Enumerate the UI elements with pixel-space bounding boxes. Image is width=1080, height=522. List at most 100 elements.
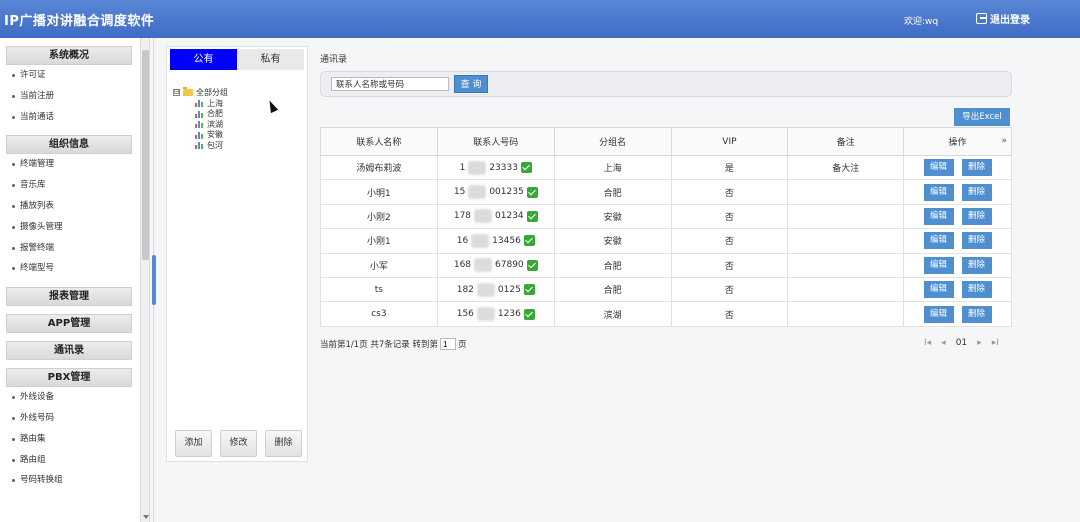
edit-row-button[interactable]: 编辑: [923, 207, 954, 225]
cell-note: [787, 203, 905, 230]
logout-button[interactable]: 退出登录: [976, 11, 1030, 26]
tree-node[interactable]: 包河: [173, 140, 228, 151]
table-row[interactable]: 汤姆布莉波 1 23333 上海 是 备大注 编辑 删除: [320, 154, 1012, 181]
cell-group: 安徽: [553, 203, 672, 230]
goto-page-input[interactable]: [440, 338, 456, 350]
tree-node-label: 滨湖: [207, 119, 223, 129]
delete-row-button[interactable]: 删除: [961, 207, 992, 225]
tree-node[interactable]: 滨湖: [173, 119, 228, 130]
sidebar-item[interactable]: 音乐库: [6, 175, 143, 196]
app-title: IP广播对讲融合调度软件: [4, 14, 155, 29]
current-page: 01: [955, 338, 968, 348]
edit-row-button[interactable]: 编辑: [923, 232, 954, 250]
edit-row-button[interactable]: 编辑: [923, 159, 954, 177]
sidebar-item[interactable]: 号码转换组: [6, 470, 143, 491]
sidebar-item[interactable]: 摄像头管理: [6, 217, 143, 238]
sidebar-item[interactable]: 当前通话: [6, 107, 143, 128]
redacted-mask: [468, 160, 487, 175]
sidebar-item[interactable]: 路由集: [6, 429, 143, 450]
verified-check-icon: [526, 210, 538, 222]
delete-group-button[interactable]: 删除: [265, 430, 302, 457]
collapse-handle[interactable]: [152, 255, 156, 305]
delete-row-button[interactable]: 删除: [961, 183, 992, 201]
cell-name: 汤姆布莉波: [320, 154, 438, 181]
sidebar-section: 报表管理: [6, 287, 143, 307]
delete-row-button[interactable]: 删除: [961, 305, 992, 323]
cell-phone: 168 67890: [436, 252, 555, 278]
export-excel-button[interactable]: 导出Excel: [954, 108, 1010, 126]
sidebar-item[interactable]: 外线号码: [6, 408, 143, 429]
table-row[interactable]: 小明1 15 001235 合肥 否 编辑 删除: [320, 179, 1012, 205]
tab-public[interactable]: 公有: [170, 49, 237, 70]
phone-value: 1 23333: [460, 160, 532, 175]
redacted-mask: [476, 282, 495, 297]
edit-row-button[interactable]: 编辑: [923, 256, 954, 274]
sidebar-section-header[interactable]: APP管理: [6, 314, 132, 334]
phone-suffix: 0125: [497, 284, 521, 295]
redacted-mask: [468, 185, 487, 200]
sidebar-item[interactable]: 播放列表: [6, 196, 143, 217]
sidebar-item[interactable]: 路由组: [6, 450, 143, 471]
cell-name: ts: [320, 276, 438, 303]
sidebar-item[interactable]: 外线设备: [6, 387, 143, 408]
edit-row-button[interactable]: 编辑: [923, 183, 954, 201]
delete-row-button[interactable]: 删除: [961, 159, 992, 177]
search-button[interactable]: 查 询: [454, 75, 488, 93]
phone-suffix: 01234: [495, 211, 524, 222]
next-page-icon[interactable]: ▸: [977, 338, 982, 348]
edit-group-button[interactable]: 修改: [220, 430, 257, 457]
tab-private[interactable]: 私有: [237, 49, 304, 70]
collapse-toggle-icon[interactable]: ⊟: [173, 89, 180, 96]
edit-row-button[interactable]: 编辑: [923, 281, 954, 299]
phone-value: 15 001235: [454, 185, 538, 200]
redacted-mask: [474, 258, 493, 273]
cell-actions: 编辑 删除: [903, 203, 1012, 230]
sidebar-section: PBX管理 外线设备 外线号码 路由集 路由组 号码转换组: [6, 368, 143, 491]
delete-row-button[interactable]: 删除: [961, 232, 992, 250]
sidebar-item[interactable]: 当前注册: [6, 86, 143, 107]
sidebar-section-header[interactable]: 系统概况: [6, 46, 132, 65]
sidebar-scrollbar[interactable]: [140, 38, 149, 522]
table-row[interactable]: 小刚1 16 13456 安徽 否 编辑 删除: [320, 228, 1012, 254]
sidebar-item[interactable]: 终端型号: [6, 258, 143, 279]
sidebar-item[interactable]: 许可证: [6, 65, 143, 86]
prev-page-icon[interactable]: ◂: [941, 338, 946, 348]
sidebar-section-header[interactable]: 报表管理: [6, 287, 132, 307]
table-row[interactable]: cs3 156 1236 滨湖 否 编辑 删除: [320, 301, 1012, 327]
cell-phone: 178 01234: [436, 203, 555, 230]
search-input[interactable]: [331, 77, 449, 91]
scroll-down-icon[interactable]: [143, 515, 149, 519]
table-header-row: 联系人名称 联系人号码 分组名 VIP 备注 操作 »: [320, 127, 1012, 156]
first-page-icon[interactable]: I◂: [924, 338, 931, 348]
cell-phone: 156 1236: [436, 301, 555, 327]
sidebar: 系统概况 许可证 当前注册 当前通话组织信息 终端管理 音乐库 播放列表 摄像头管理 报警终端终…: [0, 38, 150, 522]
sidebar-item[interactable]: 终端管理: [6, 154, 143, 175]
sidebar-section-header[interactable]: PBX管理: [6, 368, 132, 388]
add-group-button[interactable]: 添加: [175, 430, 212, 457]
sidebar-item[interactable]: 报警终端: [6, 238, 143, 259]
phone-suffix: 23333: [489, 162, 518, 173]
verified-check-icon: [526, 186, 538, 198]
table-row[interactable]: 小军 168 67890 合肥 否 编辑 删除: [320, 252, 1012, 278]
cell-phone: 182 0125: [436, 276, 555, 303]
tree-root[interactable]: ⊟ 全部分组: [173, 87, 228, 98]
delete-row-button[interactable]: 删除: [961, 256, 992, 274]
cell-actions: 编辑 删除: [903, 276, 1012, 303]
tree-node[interactable]: 合肥: [173, 109, 228, 120]
phone-suffix: 67890: [495, 260, 524, 271]
tree-node[interactable]: 安徽: [173, 130, 228, 141]
last-page-icon[interactable]: ▸I: [992, 338, 999, 348]
tree-node[interactable]: 上海: [173, 98, 228, 109]
sidebar-section-header[interactable]: 组织信息: [6, 135, 132, 155]
sidebar-section-header[interactable]: 通讯录: [6, 341, 132, 361]
table-row[interactable]: 小刚2 178 01234 安徽 否 编辑 删除: [320, 203, 1012, 230]
expand-icon[interactable]: »: [1001, 136, 1007, 146]
cell-vip: 否: [670, 276, 789, 303]
edit-row-button[interactable]: 编辑: [923, 305, 954, 323]
breadcrumb: 通讯录: [320, 55, 348, 65]
contacts-table: 联系人名称 联系人号码 分组名 VIP 备注 操作 » 汤姆布莉波 1 2333…: [320, 127, 1012, 327]
cell-actions: 编辑 删除: [903, 252, 1012, 278]
delete-row-button[interactable]: 删除: [961, 281, 992, 299]
table-row[interactable]: ts 182 0125 合肥 否 编辑 删除: [320, 276, 1012, 303]
scrollbar-thumb[interactable]: [142, 50, 149, 260]
